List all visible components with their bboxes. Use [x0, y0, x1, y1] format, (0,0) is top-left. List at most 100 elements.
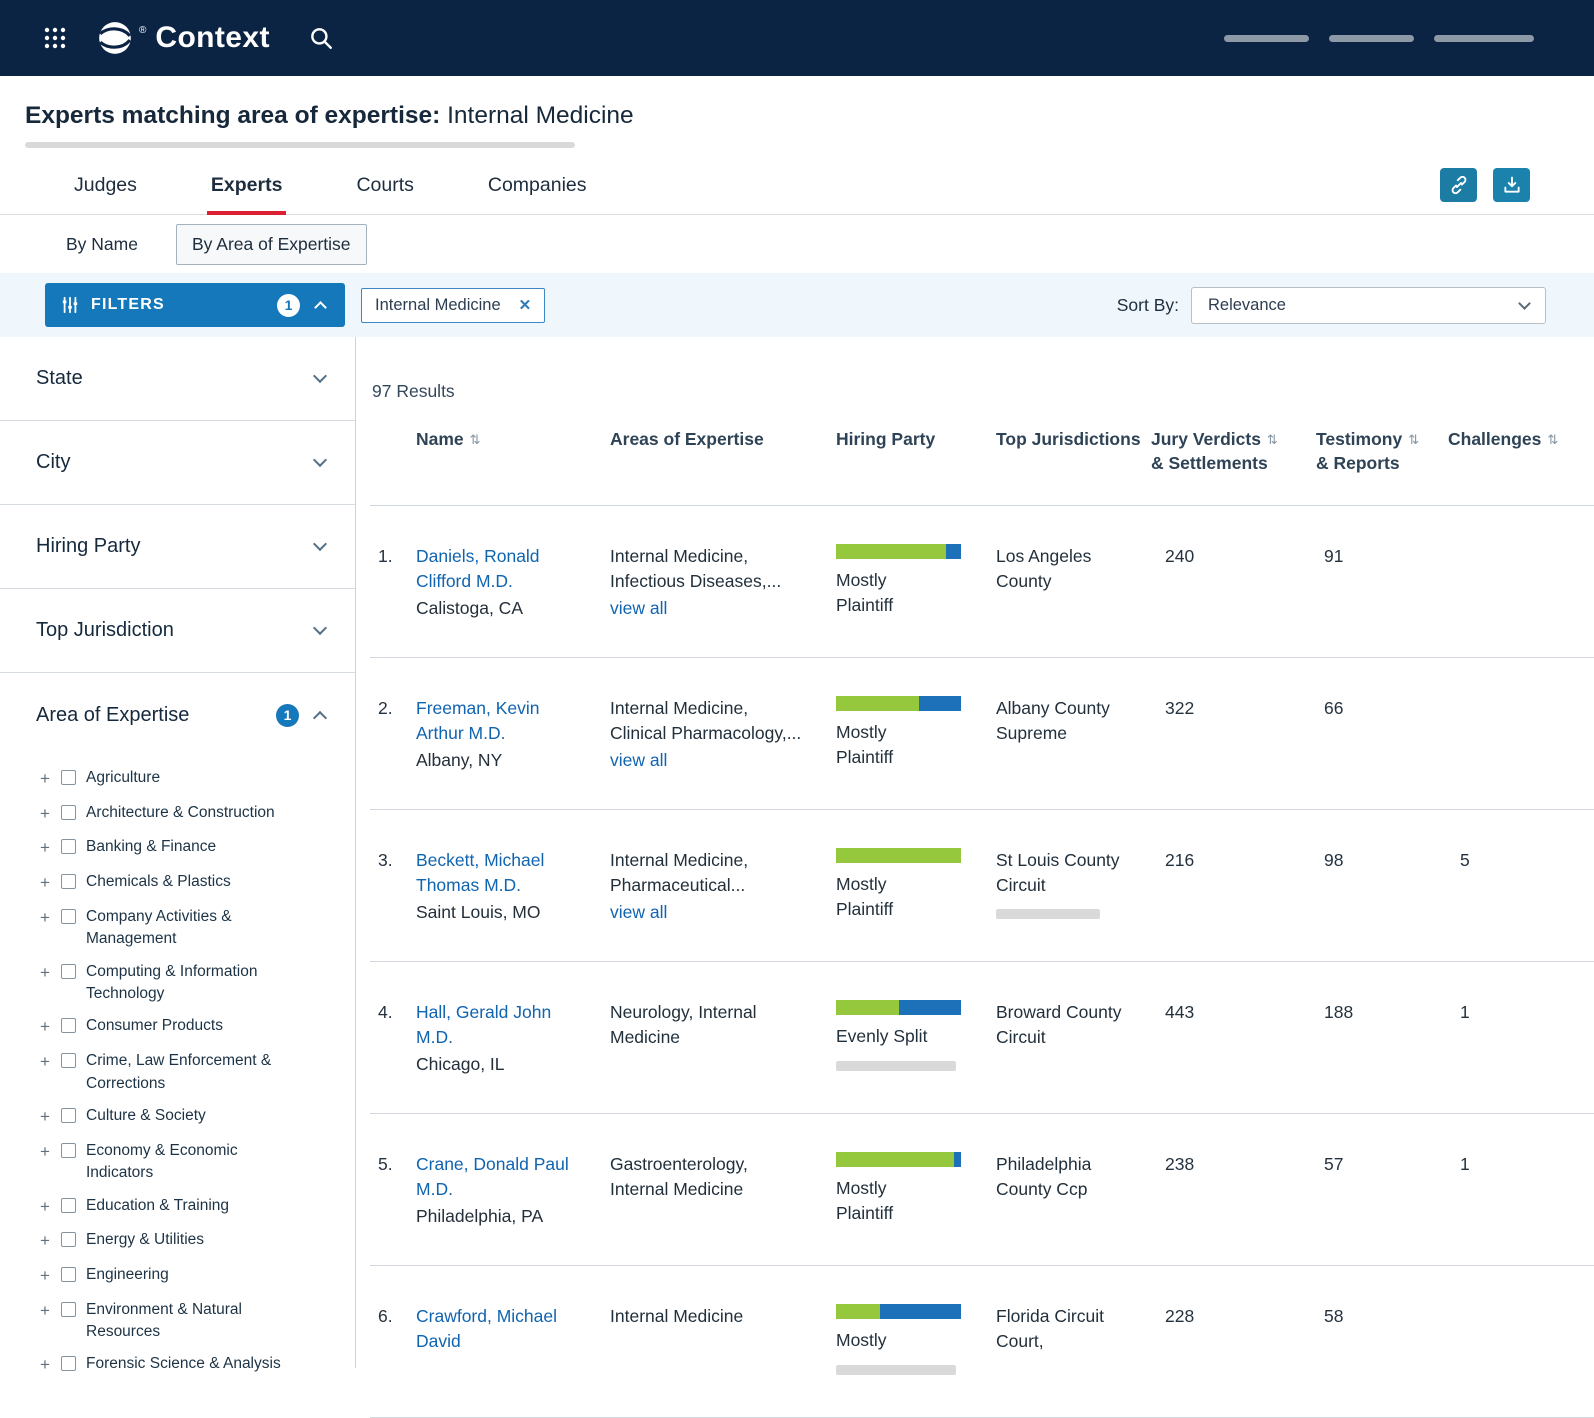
expertise-checkbox[interactable]: [61, 1266, 76, 1282]
expertise-checkbox[interactable]: [61, 873, 76, 889]
expand-plus-icon[interactable]: +: [40, 1015, 53, 1040]
expand-plus-icon[interactable]: +: [40, 1050, 53, 1095]
hiring-party-label: Mostly Plaintiff: [836, 874, 894, 919]
column-header-name[interactable]: Name ⇅: [416, 428, 610, 475]
expertise-cell: Neurology, Internal Medicine: [610, 1000, 836, 1113]
filter-section-label: Area of Expertise: [36, 703, 190, 726]
redacted-placeholder: [836, 1364, 956, 1375]
expertise-item-label[interactable]: Architecture & Construction: [86, 802, 275, 827]
expertise-list: Internal Medicine: [610, 1306, 744, 1327]
subtab-by-name[interactable]: By Name: [66, 234, 138, 255]
expand-plus-icon[interactable]: +: [40, 802, 53, 827]
expert-name-link[interactable]: Crane, Donald Paul M.D.: [416, 1152, 610, 1201]
context-logo[interactable]: ® Context: [96, 19, 270, 57]
expand-plus-icon[interactable]: +: [40, 961, 53, 1006]
expand-plus-icon[interactable]: +: [40, 1229, 53, 1254]
expand-plus-icon[interactable]: +: [40, 1105, 53, 1130]
chevron-down-icon: [312, 368, 328, 384]
column-header-challenges[interactable]: Challenges ⇅: [1448, 428, 1594, 475]
expand-plus-icon[interactable]: +: [40, 1299, 53, 1344]
view-all-link[interactable]: view all: [610, 900, 667, 925]
app-grid-icon[interactable]: [44, 27, 66, 49]
challenges-value: [1448, 696, 1594, 809]
jurisdiction-cell: St Louis County Circuit: [996, 848, 1151, 961]
expand-plus-icon[interactable]: +: [40, 767, 53, 792]
expand-plus-icon[interactable]: +: [40, 836, 53, 861]
tab-experts[interactable]: Experts: [206, 168, 287, 215]
expertise-checkbox[interactable]: [61, 1232, 76, 1248]
defense-bar-segment: [879, 1304, 961, 1320]
expertise-checkbox[interactable]: [61, 908, 76, 924]
filters-button[interactable]: FILTERS 1: [45, 283, 345, 327]
expand-plus-icon[interactable]: +: [40, 1353, 53, 1378]
expand-plus-icon[interactable]: +: [40, 1264, 53, 1289]
filter-section-top-jurisdiction[interactable]: Top Jurisdiction: [0, 589, 355, 673]
expert-name-link[interactable]: Hall, Gerald John M.D.: [416, 1000, 610, 1049]
expertise-item-label[interactable]: Company Activities & Management: [86, 906, 282, 951]
expand-plus-icon[interactable]: +: [40, 1140, 53, 1185]
results-panel: 97 Results Name ⇅ Areas of Expertise Hiri…: [356, 337, 1594, 1418]
expertise-item-label[interactable]: Crime, Law Enforcement & Corrections: [86, 1050, 282, 1095]
filter-section-hiring-party[interactable]: Hiring Party: [0, 505, 355, 589]
expand-plus-icon[interactable]: +: [40, 871, 53, 896]
expertise-checkbox[interactable]: [61, 770, 76, 785]
expertise-item-label[interactable]: Environment & Natural Resources: [86, 1299, 282, 1344]
plaintiff-bar-segment: [836, 1304, 880, 1320]
expertise-checkbox[interactable]: [61, 1197, 76, 1213]
expertise-checkbox[interactable]: [61, 1301, 76, 1317]
expertise-item-label[interactable]: Energy & Utilities: [86, 1229, 204, 1254]
close-icon[interactable]: ✕: [519, 296, 532, 314]
expertise-item-label[interactable]: Culture & Society: [86, 1105, 206, 1130]
expand-plus-icon[interactable]: +: [40, 906, 53, 951]
expertise-item-label[interactable]: Agriculture: [86, 767, 160, 792]
subtab-by-area-of-expertise[interactable]: By Area of Expertise: [175, 223, 367, 265]
download-button[interactable]: [1493, 168, 1530, 202]
expertise-checkbox[interactable]: [61, 1356, 76, 1372]
share-link-button[interactable]: [1440, 168, 1477, 202]
hiring-party-cell: Mostly Plaintiff: [836, 848, 996, 961]
filter-section-area-of-expertise[interactable]: Area of Expertise 1: [0, 673, 355, 757]
testimony-value: 58: [1324, 1306, 1344, 1327]
expertise-item-label[interactable]: Forensic Science & Analysis: [86, 1353, 281, 1378]
expert-name-link[interactable]: Freeman, Kevin Arthur M.D.: [416, 696, 610, 745]
expert-name-link[interactable]: Beckett, Michael Thomas M.D.: [416, 848, 610, 897]
expertise-item-label[interactable]: Consumer Products: [86, 1015, 223, 1040]
expertise-checkbox[interactable]: [61, 804, 76, 820]
expertise-checkbox[interactable]: [61, 1053, 76, 1069]
expertise-item-label[interactable]: Computing & Information Technology: [86, 961, 282, 1006]
tab-judges[interactable]: Judges: [70, 168, 141, 215]
expertise-checkbox[interactable]: [61, 1018, 76, 1034]
column-header-jury-verdicts[interactable]: Jury Verdicts ⇅ & Settlements: [1151, 428, 1316, 475]
expertise-item-label[interactable]: Engineering: [86, 1264, 169, 1289]
expertise-checkbox[interactable]: [61, 1142, 76, 1158]
expertise-item: + Engineering: [40, 1264, 335, 1289]
hiring-party-label: Evenly Split: [836, 1026, 928, 1047]
defense-bar-segment: [946, 544, 961, 560]
view-all-link[interactable]: view all: [610, 748, 667, 773]
column-header-testimony[interactable]: Testimony ⇅ & Reports: [1316, 428, 1448, 475]
name-cell: Hall, Gerald John M.D. Chicago, IL: [416, 1000, 610, 1113]
download-icon: [1502, 175, 1522, 195]
hiring-party-bar: [836, 1152, 961, 1168]
defense-bar-segment: [918, 696, 961, 712]
view-all-link[interactable]: view all: [610, 596, 667, 621]
expertise-item-label[interactable]: Economy & Economic Indicators: [86, 1140, 282, 1185]
nav-placeholder: [1329, 34, 1414, 42]
expertise-checkbox[interactable]: [61, 963, 76, 979]
filter-chip-label: Internal Medicine: [375, 295, 501, 314]
search-icon[interactable]: [308, 25, 334, 51]
expertise-item-label[interactable]: Education & Training: [86, 1195, 229, 1220]
expert-name-link[interactable]: Crawford, Michael David: [416, 1304, 610, 1353]
column-header-spacer: [370, 428, 416, 475]
expertise-item-label[interactable]: Banking & Finance: [86, 836, 216, 861]
expertise-item-label[interactable]: Chemicals & Plastics: [86, 871, 231, 896]
filter-section-state[interactable]: State: [0, 337, 355, 421]
expertise-checkbox[interactable]: [61, 1108, 76, 1124]
expert-name-link[interactable]: Daniels, Ronald Clifford M.D.: [416, 544, 610, 593]
expertise-checkbox[interactable]: [61, 839, 76, 855]
tab-companies[interactable]: Companies: [484, 168, 591, 215]
expand-plus-icon[interactable]: +: [40, 1195, 53, 1220]
filter-section-city[interactable]: City: [0, 421, 355, 505]
sort-select[interactable]: Relevance: [1191, 286, 1546, 324]
tab-courts[interactable]: Courts: [352, 168, 417, 215]
